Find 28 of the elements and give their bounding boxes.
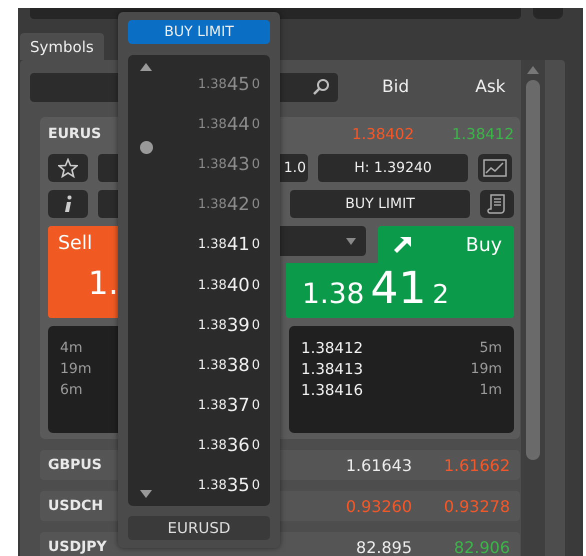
ask-price: 1.61662: [442, 456, 510, 474]
bid-price: 1.61643: [344, 456, 412, 474]
ask-price: 82.906: [453, 538, 510, 556]
symbol-name: EURUS: [48, 126, 102, 142]
ask-price: 1.38412: [450, 125, 514, 143]
bid-price: 82.895: [355, 538, 412, 556]
column-header: Bid: [382, 77, 410, 97]
bid-price: 1.38402: [350, 125, 414, 143]
depth-price: 1.38412: [301, 338, 364, 359]
depth-price: 1.38416: [301, 380, 364, 401]
ask-price: 0.93278: [442, 496, 510, 516]
sell-label: Sell: [58, 232, 92, 254]
buy-label: Buy: [466, 234, 502, 256]
depth-time: 19m: [470, 360, 502, 379]
depth-time: 1m: [479, 381, 502, 400]
column-header: Ask: [475, 77, 506, 97]
bid-price: 0.93260: [344, 496, 412, 516]
depth-time: 4m: [60, 339, 83, 358]
symbol-name: GBPUS: [48, 457, 103, 473]
depth-time: 19m: [60, 360, 92, 379]
high-value: H: 1.39240: [354, 160, 432, 176]
symbol-name: USDCH: [48, 498, 104, 514]
volume-value: 1.0: [284, 160, 306, 176]
depth-price: 1.38413: [301, 359, 364, 380]
depth-time: 6m: [60, 381, 83, 400]
symbol-name: USDJPY: [48, 539, 108, 555]
sell-price: 1.: [88, 264, 119, 302]
depth-time: 5m: [479, 339, 502, 358]
